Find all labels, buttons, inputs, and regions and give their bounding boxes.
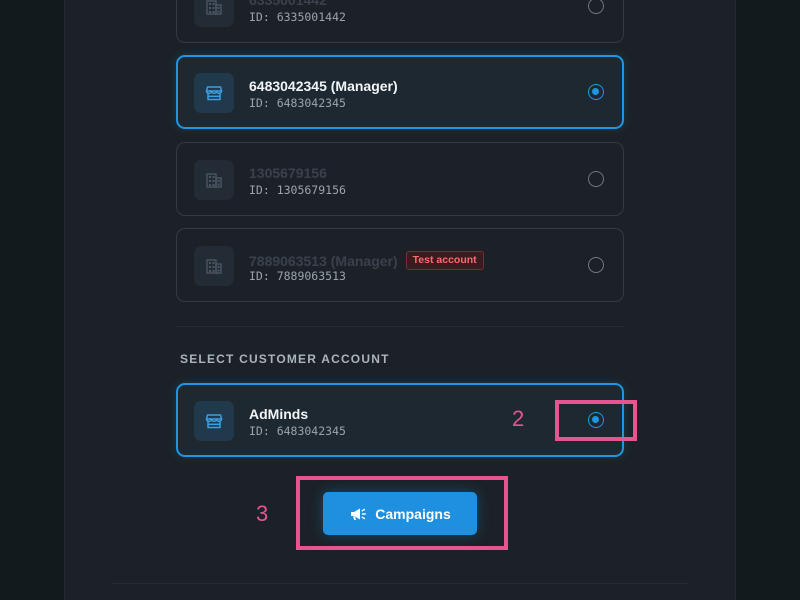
account-card-1305679156[interactable]: 1305679156 ID: 1305679156 — [176, 142, 624, 216]
building-icon — [194, 246, 234, 286]
test-account-badge: Test account — [405, 251, 484, 270]
account-id: ID: 1305679156 — [249, 183, 346, 197]
store-icon — [194, 73, 234, 113]
building-icon — [194, 160, 234, 200]
annotation-number-2: 2 — [512, 406, 525, 431]
account-id: ID: 7889063513 — [249, 269, 346, 283]
annotation-number-3: 3 — [256, 501, 269, 526]
section-divider — [176, 326, 624, 327]
annotation-box-2 — [555, 400, 637, 441]
customer-account-id: ID: 6483042345 — [249, 424, 346, 438]
footer-divider — [112, 583, 688, 584]
account-id: ID: 6483042345 — [249, 96, 346, 110]
account-name: 6483042345 (Manager) — [249, 78, 398, 94]
account-radio[interactable] — [588, 257, 604, 273]
account-card-7889063513[interactable]: 7889063513 (Manager) Test account ID: 78… — [176, 228, 624, 302]
account-id: ID: 6335001442 — [249, 10, 346, 24]
account-name: 7889063513 (Manager) Test account — [249, 251, 484, 270]
account-card-6483042345[interactable]: 6483042345 (Manager) ID: 6483042345 — [176, 55, 624, 129]
account-radio[interactable] — [588, 171, 604, 187]
account-card-6335001442[interactable]: 6335001442 ID: 6335001442 — [176, 0, 624, 43]
store-icon — [194, 401, 234, 441]
account-name-text: 7889063513 (Manager) — [249, 252, 398, 269]
section-label: SELECT CUSTOMER ACCOUNT — [180, 352, 390, 366]
account-name: 6335001442 — [249, 0, 327, 8]
account-radio[interactable] — [588, 0, 604, 14]
building-icon — [194, 0, 234, 27]
account-radio-selected[interactable] — [588, 84, 604, 100]
account-name: 1305679156 — [249, 165, 327, 181]
customer-account-name: AdMinds — [249, 406, 309, 422]
annotation-box-3 — [296, 476, 508, 550]
